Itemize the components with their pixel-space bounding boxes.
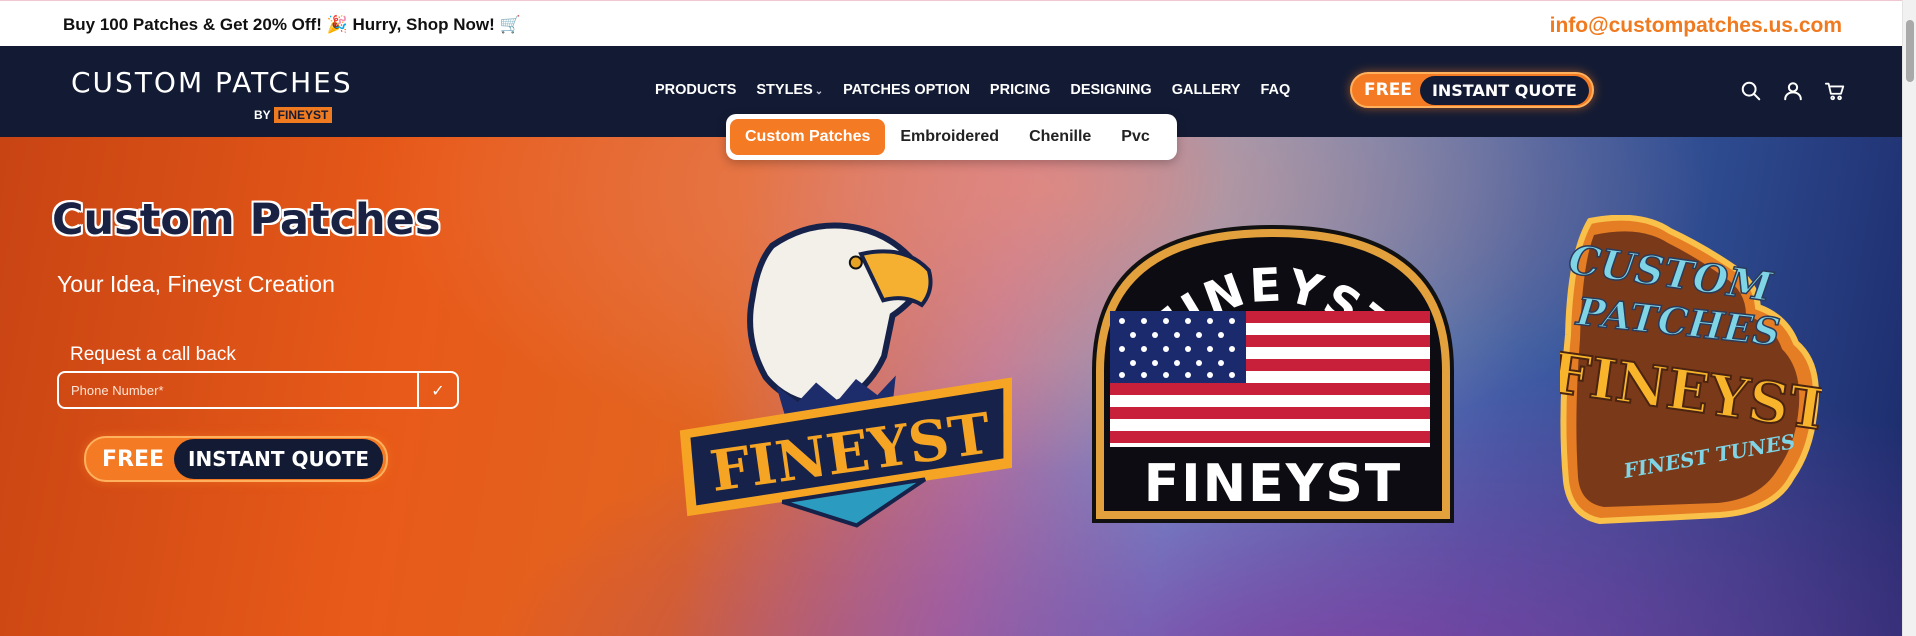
promo-text[interactable]: Buy 100 Patches & Get 20% Off! 🎉 Hurry, … — [63, 15, 521, 35]
announcement-bar: Buy 100 Patches & Get 20% Off! 🎉 Hurry, … — [0, 0, 1902, 46]
retro-patch-image: CUSTOM PATCHES FINEYST FINEST TUNES — [1560, 215, 1822, 525]
nav-patches-option[interactable]: PATCHES OPTION — [843, 82, 970, 98]
styles-dropdown: Custom Patches Embroidered Chenille Pvc — [726, 114, 1177, 160]
logo-byline: BY FINEYST — [254, 107, 333, 123]
page-scrollbar[interactable] — [1902, 0, 1916, 636]
cart-icon[interactable] — [1824, 80, 1846, 102]
hero-instant-quote-button[interactable]: FREE INSTANT QUOTE — [84, 436, 389, 482]
header-instant-quote-button[interactable]: FREE INSTANT QUOTE — [1350, 72, 1594, 108]
dropdown-item-pvc[interactable]: Pvc — [1106, 119, 1164, 155]
user-icon[interactable] — [1782, 80, 1804, 102]
dropdown-item-custom-patches[interactable]: Custom Patches — [730, 119, 886, 155]
quote-instant-label: INSTANT QUOTE — [1419, 75, 1589, 105]
chevron-down-icon: ⌄ — [814, 86, 824, 97]
phone-number-input[interactable] — [59, 373, 417, 407]
hero-banner: Custom Patches Your Idea, Fineyst Creati… — [0, 137, 1902, 636]
search-icon[interactable] — [1740, 80, 1762, 102]
nav-faq[interactable]: FAQ — [1260, 82, 1290, 98]
page: Buy 100 Patches & Get 20% Off! 🎉 Hurry, … — [0, 0, 1916, 636]
quote-free-label: FREE — [1364, 80, 1412, 100]
nav-styles[interactable]: STYLES ⌄ — [756, 82, 823, 98]
scrollbar-thumb[interactable] — [1906, 20, 1914, 82]
main-nav: PRODUCTS STYLES ⌄ PATCHES OPTION PRICING … — [655, 82, 1290, 98]
eagle-patch-image: FINEYST — [679, 222, 1012, 528]
callback-form: ✓ — [57, 371, 459, 409]
header-icons — [1740, 80, 1846, 102]
hero-subtitle: Your Idea, Fineyst Creation — [57, 271, 335, 297]
nav-styles-label: STYLES — [756, 82, 813, 98]
flag-patch-image: FINEYST FINEYST — [1092, 224, 1454, 523]
nav-pricing[interactable]: PRICING — [990, 82, 1050, 98]
dropdown-item-chenille[interactable]: Chenille — [1014, 119, 1106, 155]
logo-title: CUSTOM PATCHES — [71, 66, 353, 99]
contact-email[interactable]: info@custompatches.us.com — [1550, 14, 1842, 38]
nav-gallery[interactable]: GALLERY — [1172, 82, 1241, 98]
hero-title: Custom Patches — [52, 195, 441, 245]
hero-quote-instant-label: INSTANT QUOTE — [174, 439, 384, 479]
callback-submit-button[interactable]: ✓ — [417, 373, 457, 407]
dropdown-item-embroidered[interactable]: Embroidered — [885, 119, 1014, 155]
nav-products[interactable]: PRODUCTS — [655, 82, 736, 98]
hero-quote-free-label: FREE — [102, 446, 165, 472]
flag-patch-bottom-text: FINEYST — [1144, 454, 1403, 514]
logo-by: BY — [254, 108, 271, 122]
callback-label: Request a call back — [70, 344, 236, 365]
nav-designing[interactable]: DESIGNING — [1070, 82, 1151, 98]
logo-brand: FINEYST — [273, 107, 333, 123]
site-logo[interactable]: CUSTOM PATCHES BY FINEYST — [71, 66, 353, 123]
